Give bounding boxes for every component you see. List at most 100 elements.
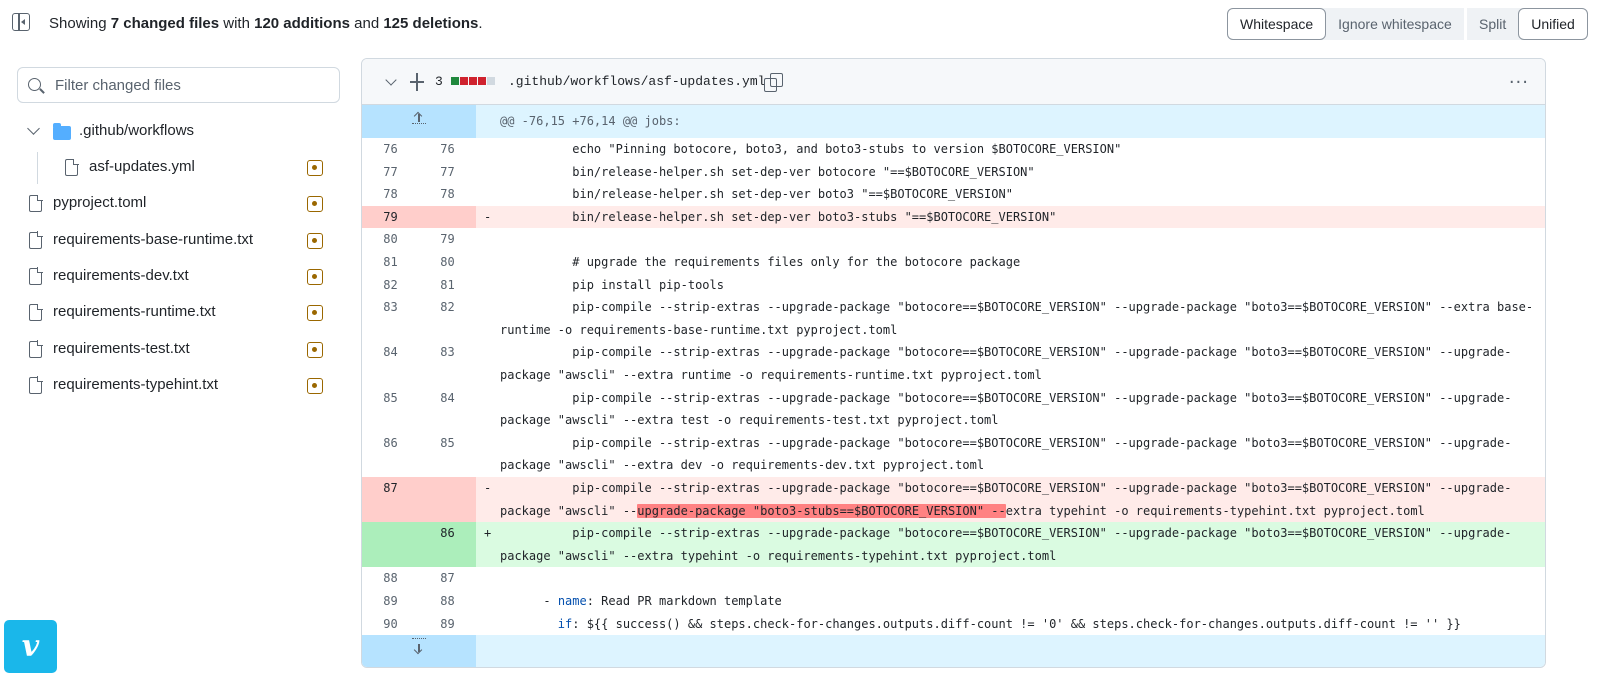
tree-file-item[interactable]: requirements-base-runtime.txt: [0, 224, 345, 258]
old-line-number[interactable]: 82: [362, 274, 419, 297]
new-line-number[interactable]: 76: [419, 138, 476, 161]
deletion-marker: -: [484, 209, 492, 224]
diff-toolbar: Showing 7 changed files with 120 additio…: [0, 0, 1600, 50]
diff-line-row: 77 77 bin/release-helper.sh set-dep-ver b…: [362, 161, 1545, 184]
diff-line-row: 86 + pip-compile --strip-extras --upgrade…: [362, 522, 1545, 568]
split-view-button[interactable]: Split: [1467, 8, 1519, 40]
file-icon: [29, 303, 43, 322]
new-line-number[interactable]: 80: [419, 251, 476, 274]
old-line-number[interactable]: [362, 522, 419, 568]
hunk-header-row: @@ -76,15 +76,14 @@ jobs:: [362, 105, 1545, 138]
old-line-number[interactable]: 84: [362, 341, 419, 386]
new-line-number[interactable]: 86: [419, 522, 476, 568]
file-icon: [65, 158, 79, 176]
new-line-number[interactable]: 82: [419, 296, 476, 341]
chevron-down-icon: [27, 122, 40, 135]
old-line-number[interactable]: 85: [362, 387, 419, 432]
tree-file-item[interactable]: asf-updates.yml: [0, 151, 345, 185]
diffstat-block-del: [460, 77, 468, 85]
code-text: - name: Read PR markdown template: [500, 590, 1535, 613]
old-line-number[interactable]: 80: [362, 228, 419, 251]
file-icon: [29, 231, 43, 249]
whitespace-button[interactable]: Whitespace: [1227, 8, 1327, 40]
file-modified-icon: [307, 232, 323, 249]
new-line-number[interactable]: 78: [419, 183, 476, 206]
diffstat-block-neutral: [487, 77, 495, 85]
new-line-number[interactable]: 89: [419, 613, 476, 636]
old-line-number[interactable]: 83: [362, 296, 419, 341]
old-line-number[interactable]: 87: [362, 477, 419, 523]
new-line-number[interactable]: 88: [419, 590, 476, 613]
diff-line-row: 89 88 - name: Read PR markdown template: [362, 590, 1545, 613]
new-line-number[interactable]: [419, 477, 476, 523]
expand-all-icon[interactable]: [410, 73, 424, 91]
code-text: bin/release-helper.sh set-dep-ver boto3 …: [500, 187, 1013, 202]
removed-highlight: upgrade-package "boto3-stubs==$BOTOCORE_…: [637, 503, 1006, 518]
old-line-number[interactable]: 77: [362, 161, 419, 184]
code-text: pip-compile --strip-extras --upgrade-pac…: [500, 477, 1535, 522]
code-text: bin/release-helper.sh set-dep-ver botoco…: [500, 164, 1035, 179]
filter-files-input[interactable]: [55, 74, 325, 96]
new-line-number[interactable]: 81: [419, 274, 476, 297]
new-line-number[interactable]: 87: [419, 567, 476, 590]
tree-indent-line: [37, 152, 38, 184]
additions-count: 120 additions: [254, 15, 350, 32]
tree-file-item[interactable]: requirements-typehint.txt: [0, 369, 345, 403]
diff-line-row: 81 80 # upgrade the requirements files on…: [362, 251, 1545, 274]
dots-icon: [412, 638, 426, 640]
file-modified-icon: [307, 305, 323, 322]
changed-files-count: 7 changed files: [110, 15, 220, 32]
old-line-number[interactable]: 90: [362, 613, 419, 636]
file-icon: [29, 267, 43, 285]
addition-marker: +: [484, 526, 492, 541]
old-line-number[interactable]: 76: [362, 138, 419, 161]
file-icon: [29, 340, 43, 358]
code-text: echo "Pinning botocore, boto3, and boto3…: [500, 142, 1122, 156]
new-line-number[interactable]: 79: [419, 228, 476, 251]
diff-line-row: 86 85 pip-compile --strip-extras --upgrad…: [362, 432, 1545, 477]
tree-file-label: pyproject.toml: [53, 194, 147, 212]
expand-up-button[interactable]: [362, 105, 476, 138]
new-line-number[interactable]: 83: [419, 341, 476, 386]
summary-suffix: .: [478, 15, 483, 32]
code-segment: : Read PR markdown template: [586, 594, 782, 608]
collapse-chevron-icon[interactable]: [385, 74, 397, 86]
new-line-number[interactable]: [419, 205, 476, 229]
tree-folder-github-workflows[interactable]: .github/workflows: [0, 115, 345, 149]
new-line-number[interactable]: 77: [419, 161, 476, 184]
tree-file-item[interactable]: requirements-dev.txt: [0, 260, 345, 294]
new-line-number[interactable]: 85: [419, 432, 476, 477]
expand-down-row: [362, 635, 1545, 667]
new-line-number[interactable]: 84: [419, 387, 476, 432]
unified-view-button[interactable]: Unified: [1518, 8, 1588, 40]
old-line-number[interactable]: 88: [362, 567, 419, 590]
copy-icon[interactable]: [764, 73, 783, 92]
search-icon: [28, 78, 41, 91]
expand-down-icon: [413, 643, 425, 655]
sidebar-toggle-icon[interactable]: [12, 13, 30, 31]
tree-file-item[interactable]: pyproject.toml: [0, 187, 345, 221]
tree-file-item[interactable]: requirements-test.txt: [0, 333, 345, 367]
tree-file-label: requirements-base-runtime.txt: [53, 230, 254, 248]
diff-line-row: 85 84 pip-compile --strip-extras --upgrad…: [362, 387, 1545, 432]
tree-file-item[interactable]: requirements-runtime.txt: [0, 296, 345, 330]
expand-down-button[interactable]: [362, 635, 476, 667]
vimeo-logo-icon[interactable]: v: [4, 620, 57, 673]
view-mode-toggle: Split Unified: [1467, 8, 1588, 40]
diffstat-block-add: [451, 77, 459, 85]
old-line-number[interactable]: 81: [362, 251, 419, 274]
ignore-whitespace-button[interactable]: Ignore whitespace: [1326, 8, 1464, 40]
kebab-menu-icon[interactable]: ···: [1509, 72, 1529, 93]
file-modified-icon: [307, 160, 323, 176]
diffstat: [451, 77, 495, 85]
file-modified-icon: [307, 341, 323, 358]
tree-file-label: requirements-typehint.txt: [53, 375, 219, 393]
summary-and: and: [349, 15, 384, 32]
old-line-number[interactable]: 78: [362, 183, 419, 206]
file-path[interactable]: .github/workflows/asf-updates.yml: [508, 74, 765, 89]
diffstat-block-del: [478, 77, 486, 85]
old-line-number[interactable]: 86: [362, 432, 419, 477]
old-line-number[interactable]: 79: [362, 205, 419, 229]
old-line-number[interactable]: 89: [362, 590, 419, 613]
